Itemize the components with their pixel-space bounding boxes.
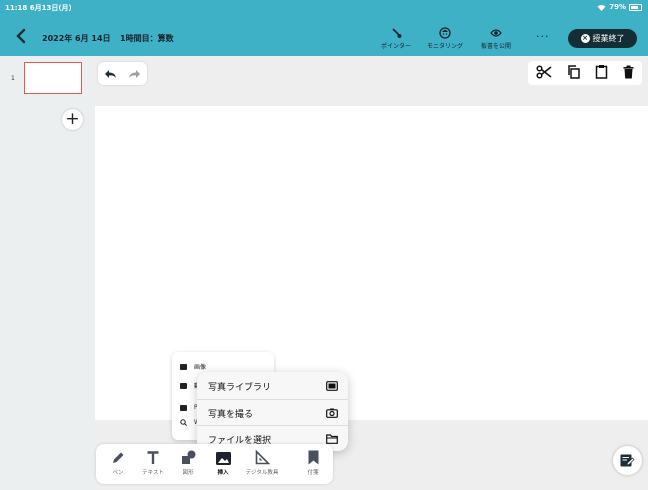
bookmark-icon [308, 450, 318, 465]
eye-icon [490, 29, 502, 37]
top-bar: 11:18 6月13日(月) 79% 2022年 6月 14日 1時間目：算数 … [0, 0, 648, 56]
pointer-button[interactable]: ポインター [376, 27, 416, 50]
pen-tool[interactable]: ペン [106, 449, 130, 476]
note-edit-button[interactable] [613, 446, 642, 475]
monitoring-label: モニタリング [426, 43, 463, 50]
clock: 11:18 [5, 4, 28, 12]
bottom-toolbar: ペン テキスト 図形 挿入 デジタル教具 付箋 [96, 444, 333, 484]
camera-icon [326, 408, 338, 418]
redo-icon [129, 70, 141, 78]
sticky-note-tool[interactable]: 付箋 [302, 449, 324, 476]
lesson-date: 2022年 6月 14日 [42, 34, 111, 43]
insert-label: 挿入 [217, 470, 229, 476]
insert-pdf-item[interactable]: P [180, 404, 198, 411]
page-sidebar: 1 + [0, 56, 93, 490]
photo-library-option[interactable]: 写真ライブラリ [197, 373, 348, 399]
shape-label: 図形 [182, 470, 194, 476]
lesson-title: 1時間目：算数 [120, 34, 174, 43]
scissors-icon [536, 64, 552, 79]
copy-button[interactable] [567, 64, 580, 83]
status-indicators: 79% [597, 3, 642, 11]
undo-redo-group [98, 62, 147, 85]
battery-icon [629, 3, 642, 11]
publish-board-button[interactable]: 板書を公開 [476, 27, 516, 50]
page-number: 1 [11, 75, 15, 82]
digital-tool[interactable]: デジタル教具 [234, 449, 290, 476]
folder-icon [326, 434, 338, 444]
redo-button[interactable] [128, 64, 141, 83]
edit-tools-group [528, 61, 642, 85]
undo-button[interactable] [104, 64, 117, 83]
end-class-label: 授業終了 [592, 34, 625, 43]
clipboard-icon [595, 64, 608, 79]
copy-icon [568, 64, 580, 79]
take-photo-label: 写真を撮る [208, 409, 254, 420]
insert-image-item[interactable]: 画像 [180, 362, 206, 371]
insert-tool[interactable]: 挿入 [211, 449, 235, 476]
shape-tool[interactable]: 図形 [176, 449, 200, 476]
page-thumbnail[interactable] [24, 62, 82, 94]
image-source-popup: 写真ライブラリ 写真を撮る ファイルを選択 [197, 372, 348, 451]
image-icon [180, 363, 187, 370]
monitoring-button[interactable]: モニタリング [422, 27, 468, 50]
paste-button[interactable] [595, 64, 608, 83]
publish-board-label: 板書を公開 [480, 43, 511, 50]
note-pencil-icon [620, 454, 635, 467]
back-button[interactable] [14, 28, 30, 46]
close-icon: × [580, 34, 590, 43]
pdf-icon [180, 404, 187, 411]
cut-button[interactable] [536, 64, 552, 83]
photo-library-label: 写真ライブラリ [208, 382, 272, 393]
search-icon [180, 419, 187, 426]
wifi-icon [597, 4, 606, 11]
more-button[interactable]: ··· [536, 30, 550, 43]
trash-icon [623, 65, 634, 78]
battery-percent: 79% [609, 3, 626, 11]
add-page-button[interactable]: + [62, 109, 83, 130]
pen-icon [113, 452, 124, 463]
photo-library-icon [326, 381, 338, 391]
date: 6月13日(月) [29, 4, 72, 12]
text-tool[interactable]: テキスト [136, 449, 170, 476]
end-class-button[interactable]: × 授業終了 [568, 29, 637, 48]
delete-button[interactable] [623, 64, 634, 83]
monitor-face-icon [439, 27, 451, 39]
sticky-note-label: 付箋 [307, 470, 319, 476]
text-label: テキスト [142, 470, 164, 476]
chevron-left-icon [16, 28, 26, 44]
pointer-label: ポインター [380, 43, 411, 50]
ruler-triangle-icon [255, 450, 270, 465]
pen-label: ペン [112, 470, 124, 476]
status-time: 11:18 6月13日(月) [5, 3, 72, 13]
pointer-icon [392, 28, 402, 38]
video-icon [180, 382, 187, 389]
shapes-icon [181, 450, 195, 464]
insert-image-label: 画像 [194, 364, 207, 371]
digital-label: デジタル教具 [245, 470, 279, 476]
text-icon [147, 451, 159, 464]
undo-icon [104, 70, 116, 78]
take-photo-option[interactable]: 写真を撮る [197, 400, 348, 426]
insert-image-icon [215, 452, 231, 465]
